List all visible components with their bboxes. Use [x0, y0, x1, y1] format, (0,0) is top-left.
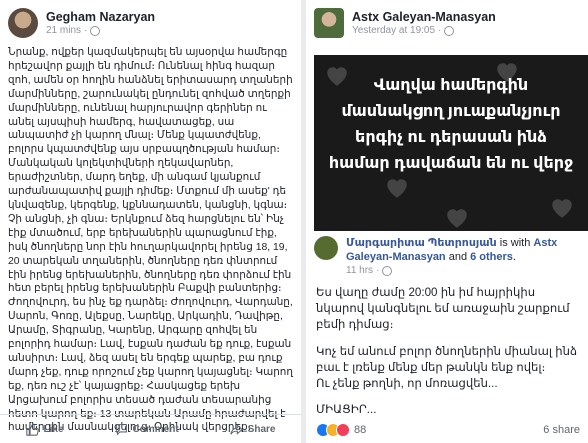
post-time[interactable]: 21 mins [46, 25, 81, 36]
globe-icon [90, 25, 101, 36]
post-header: Gegham Nazaryan 21 mins · [0, 0, 301, 46]
shared-author-name[interactable]: Մարգարիտա Պետրոսյան [346, 237, 497, 249]
shared-post-body: Ես վաղը ժամը 20:00 ին իմ հայրիկիս նկարով… [316, 285, 582, 418]
is-with-text: is with [496, 237, 534, 249]
share-button[interactable]: Share [229, 423, 276, 436]
body-paragraph: Ես վաղը ժամը 20:00 ին իմ հայրիկիս նկարով… [316, 286, 570, 332]
author-name[interactable]: Gegham Nazaryan [46, 10, 155, 24]
others-link[interactable]: 6 others [470, 251, 513, 263]
like-button[interactable]: Like [25, 422, 64, 436]
body-paragraph: Կոչ եմ անում բոլոր ծնողներին միանալ ինձ … [316, 344, 577, 374]
like-label: Like [43, 423, 64, 435]
shared-post-time[interactable]: 11 hrs [346, 264, 373, 278]
body-paragraph: ՄԻԱՑԻՐ... [316, 403, 377, 417]
shared-author-avatar[interactable] [314, 236, 338, 260]
share-icon [229, 423, 243, 435]
globe-icon [382, 266, 393, 276]
body-paragraph: Ու չենք թողնի, որ մոռացվեն... [316, 377, 498, 391]
heart-icon [387, 179, 407, 198]
meta-dot: · [376, 265, 380, 276]
right-post: Astx Galeyan-Manasyan Yesterday at 19:05… [306, 0, 588, 443]
comment-icon [115, 423, 127, 436]
love-reaction-icon [336, 423, 350, 437]
heart-icon [447, 209, 467, 228]
comment-label: Comment [132, 423, 179, 435]
meta-dot: · [438, 25, 442, 36]
left-post: Gegham Nazaryan 21 mins · Նրանք, ովքեր կ… [0, 0, 301, 443]
share-label: Share [247, 423, 276, 435]
banner-text: Վաղվա համերգին մասնակցող յուաքանչյուր եր… [328, 77, 574, 172]
reactions-summary[interactable]: 88 [316, 423, 366, 437]
shared-post-header: Մարգարիտա Պետրոսյան is with Astx Galeyan… [314, 236, 584, 278]
post-image-banner[interactable]: Վաղվա համերգին մասնակցող յուաքանչյուր եր… [314, 55, 588, 231]
period-text: . [512, 251, 516, 263]
meta-dot: · [84, 25, 88, 36]
post-time[interactable]: Yesterday at 19:05 [352, 25, 435, 36]
post-actions: Like Comment Share [0, 414, 301, 443]
thumbs-up-icon [25, 422, 39, 436]
post-body: Նրանք, ովքեր կազմակերպել են այսօրվա համե… [8, 47, 293, 434]
share-count[interactable]: 6 share [543, 424, 580, 436]
and-text: and [445, 251, 471, 263]
author-avatar[interactable] [314, 8, 344, 38]
reactions-bar: 88 6 share [316, 423, 580, 437]
post-header: Astx Galeyan-Manasyan Yesterday at 19:05… [306, 0, 588, 46]
comment-button[interactable]: Comment [115, 423, 179, 436]
author-name[interactable]: Astx Galeyan-Manasyan [352, 10, 496, 24]
reaction-count: 88 [354, 424, 367, 436]
heart-icon [552, 199, 572, 218]
author-avatar[interactable] [8, 8, 38, 38]
globe-icon [444, 25, 455, 36]
